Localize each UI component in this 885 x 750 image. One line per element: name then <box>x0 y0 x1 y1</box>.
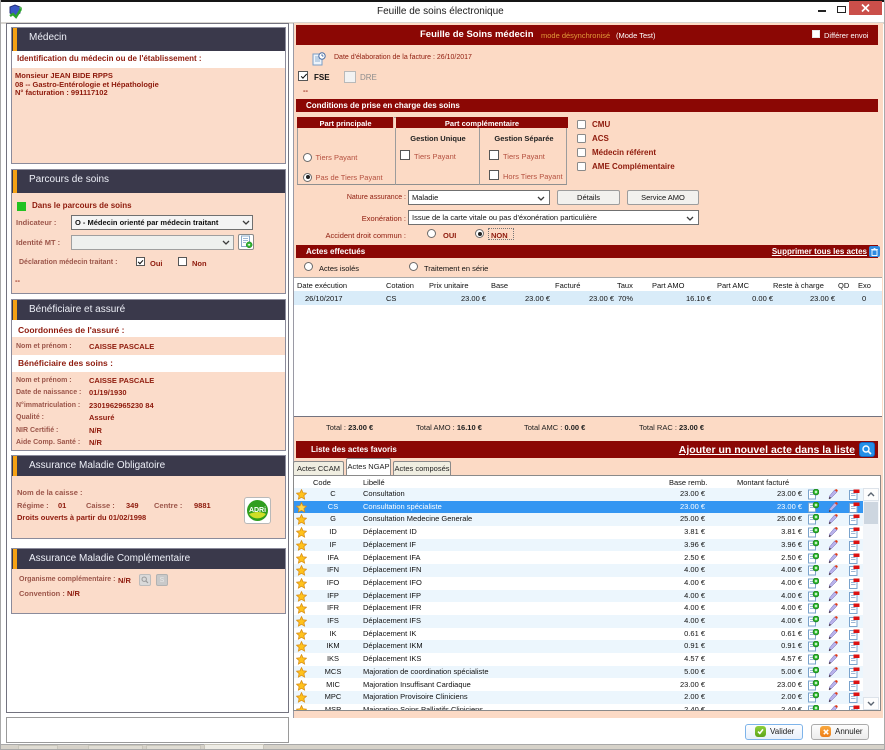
svg-text:ADRi: ADRi <box>249 507 266 514</box>
